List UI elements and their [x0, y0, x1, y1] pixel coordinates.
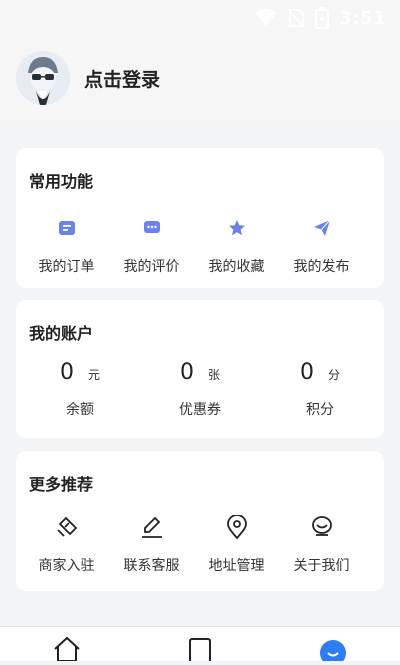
- coupon-label: 优惠券: [179, 402, 221, 418]
- tab-category[interactable]: [160, 627, 240, 665]
- menu-label: 地址管理: [208, 558, 265, 574]
- menu-label: 我的评价: [123, 259, 180, 275]
- contact-service-button[interactable]: 联系客服: [109, 513, 194, 575]
- menu-label: 我的收藏: [208, 259, 265, 275]
- home-icon: [52, 635, 82, 665]
- balance-label: 余额: [66, 402, 94, 418]
- account-card: 我的账户 0 元 余额 0 张 优惠券 0 分 积分: [16, 300, 384, 438]
- points-label: 积分: [306, 402, 334, 418]
- section-title: 更多推荐: [29, 475, 94, 494]
- my-posts-button[interactable]: 我的发布: [279, 214, 364, 276]
- menu-label: 关于我们: [293, 558, 350, 574]
- my-orders-button[interactable]: 我的订单: [24, 214, 109, 276]
- order-icon: [58, 214, 76, 242]
- clock: 3:51: [339, 7, 386, 29]
- star-icon: [228, 214, 246, 242]
- coupon-unit: 张: [207, 368, 220, 382]
- balance-item[interactable]: 0 元 余额: [24, 360, 136, 419]
- common-functions-card: 常用功能 我的订单 我的评价 我的收藏 我的发布: [16, 148, 384, 288]
- more-recommend-card: 更多推荐 商家入驻 联系客服 地址管理 关于我们: [16, 451, 384, 591]
- status-bar: 3:51: [0, 0, 400, 36]
- my-reviews-button[interactable]: 我的评价: [109, 214, 194, 276]
- tab-profile[interactable]: [293, 627, 373, 665]
- send-icon: [313, 214, 331, 242]
- points-item[interactable]: 0 分 积分: [264, 360, 376, 419]
- my-favorites-button[interactable]: 我的收藏: [194, 214, 279, 276]
- edit-icon: [140, 513, 164, 541]
- section-title: 常用功能: [29, 172, 94, 191]
- address-manage-button[interactable]: 地址管理: [194, 513, 279, 575]
- avatar[interactable]: [16, 51, 70, 105]
- battery-charging-icon: [315, 7, 330, 29]
- balance-unit: 元: [87, 368, 100, 382]
- square-icon: [186, 635, 214, 665]
- tab-home[interactable]: [27, 627, 107, 665]
- about-us-button[interactable]: 关于我们: [279, 513, 364, 575]
- coupon-value: 0: [179, 360, 194, 385]
- wifi-icon: [255, 9, 278, 27]
- profile-header: 点击登录: [0, 36, 400, 120]
- points-value: 0: [299, 360, 314, 385]
- menu-label: 商家入驻: [38, 558, 95, 574]
- login-link[interactable]: 点击登录: [84, 65, 160, 92]
- balance-value: 0: [59, 360, 74, 385]
- points-unit: 分: [327, 368, 340, 382]
- no-sim-icon: [287, 8, 305, 28]
- menu-label: 联系客服: [123, 558, 180, 574]
- merchant-icon: [56, 513, 78, 541]
- section-title: 我的账户: [29, 324, 94, 343]
- coupon-item[interactable]: 0 张 优惠券: [144, 360, 256, 419]
- menu-label: 我的订单: [38, 259, 95, 275]
- profile-icon: [318, 635, 348, 665]
- merchant-join-button[interactable]: 商家入驻: [24, 513, 109, 575]
- bottom-tab-bar: [0, 626, 400, 665]
- location-icon: [226, 513, 248, 541]
- comment-icon: [143, 214, 161, 242]
- smile-icon: [310, 513, 334, 541]
- menu-label: 我的发布: [293, 259, 350, 275]
